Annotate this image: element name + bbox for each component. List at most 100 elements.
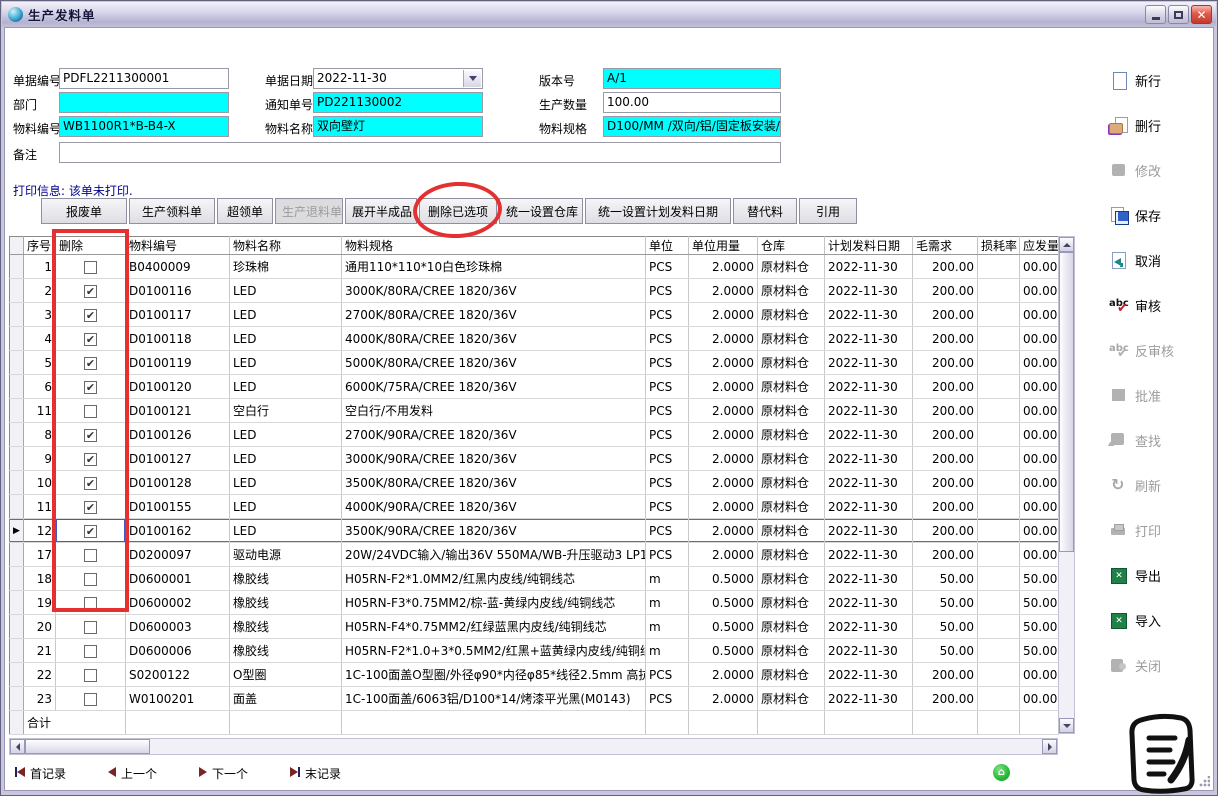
material-spec-field[interactable]: D100/MM /双向/铝/固定板安装/C — [603, 116, 781, 137]
table-row[interactable]: 20D0600003橡胶线H05RN-F4*0.75MM2/红绿蓝黑内皮线/纯铜… — [10, 615, 1059, 639]
delete-checkbox[interactable] — [84, 405, 97, 418]
nav-last-record[interactable]: 末记录 — [290, 765, 341, 782]
column-header[interactable]: 单位用量 — [689, 237, 758, 255]
delete-checkbox[interactable] — [84, 381, 97, 394]
column-header[interactable]: 应发量 — [1020, 237, 1059, 255]
scroll-right-icon[interactable] — [1042, 739, 1057, 754]
cell-gross: 200.00 — [913, 375, 978, 399]
toolbar-button-9[interactable]: 引用 — [799, 198, 857, 224]
table-row[interactable]: 4D0100118LED4000K/80RA/CREE 1820/36VPCS2… — [10, 327, 1059, 351]
remark-field[interactable] — [59, 142, 781, 163]
sidebar-button-delete-row[interactable]: 删行 — [1087, 103, 1205, 148]
toolbar-button-8[interactable]: 替代料 — [733, 198, 797, 224]
scroll-down-icon[interactable] — [1059, 718, 1074, 733]
production-qty-field[interactable]: 100.00 — [603, 92, 781, 113]
delete-checkbox[interactable] — [84, 429, 97, 442]
notice-number-field[interactable]: PD221130002 — [313, 92, 483, 113]
maximize-button[interactable] — [1168, 5, 1189, 24]
delete-checkbox[interactable] — [84, 477, 97, 490]
column-header[interactable]: 单位 — [646, 237, 689, 255]
delete-checkbox[interactable] — [84, 309, 97, 322]
column-header[interactable]: 物料规格 — [342, 237, 646, 255]
nav-first-record[interactable]: 首记录 — [15, 765, 66, 782]
toolbar-button-1[interactable]: 生产领料单 — [129, 198, 215, 224]
cell-name: 珍珠棉 — [230, 255, 342, 279]
nav-previous-record[interactable]: 上一个 — [108, 765, 157, 782]
scroll-up-icon[interactable] — [1059, 237, 1074, 252]
delete-checkbox[interactable] — [84, 693, 97, 706]
cell-del — [56, 495, 126, 519]
export-excel-icon — [1109, 567, 1129, 585]
sidebar-button-save[interactable]: 保存 — [1087, 193, 1205, 238]
delete-checkbox[interactable] — [84, 261, 97, 274]
table-row[interactable]: 18D0600001橡胶线H05RN-F2*1.0MM2/红黑内皮线/纯铜线芯m… — [10, 567, 1059, 591]
table-row[interactable]: 23W0100201面盖1C-100面盖/6063铝/D100*14/烤漆平光黑… — [10, 687, 1059, 711]
table-row[interactable]: 21D0600006橡胶线H05RN-F2*1.0+3*0.5MM2/红黑+蓝黄… — [10, 639, 1059, 663]
document-date-dropdown[interactable]: 2022-11-30 — [313, 68, 483, 89]
column-header[interactable]: 仓库 — [758, 237, 825, 255]
close-button[interactable]: ✕ — [1191, 5, 1212, 24]
sidebar-button-new-row[interactable]: 新行 — [1087, 58, 1205, 103]
table-row[interactable]: 11D0100155LED4000K/90RA/CREE 1820/36VPCS… — [10, 495, 1059, 519]
delete-checkbox[interactable] — [84, 621, 97, 634]
column-header[interactable]: 删除 — [56, 237, 126, 255]
table-row[interactable]: 17D0200097驱动电源20W/24VDC输入/输出36V 550MA/WB… — [10, 543, 1059, 567]
sidebar-button-audit[interactable]: 审核 — [1087, 283, 1205, 328]
minimize-button[interactable] — [1145, 5, 1166, 24]
table-row[interactable]: 2D0100116LED3000K/80RA/CREE 1820/36VPCS2… — [10, 279, 1059, 303]
table-row[interactable]: 6D0100120LED6000K/75RA/CREE 1820/36VPCS2… — [10, 375, 1059, 399]
vertical-scrollbar-thumb[interactable] — [1059, 252, 1074, 552]
delete-checkbox[interactable] — [84, 525, 97, 538]
toolbar-button-0[interactable]: 报废单 — [41, 198, 127, 224]
sidebar-button-export-excel[interactable]: 导出 — [1087, 553, 1205, 598]
sidebar-button-cancel[interactable]: 取消 — [1087, 238, 1205, 283]
toolbar-button-7[interactable]: 统一设置计划发料日期 — [585, 198, 731, 224]
resize-grip[interactable] — [1198, 776, 1210, 788]
delete-checkbox[interactable] — [84, 357, 97, 370]
column-header[interactable]: 损耗率 — [978, 237, 1020, 255]
sidebar-button-import-excel[interactable]: 导入 — [1087, 598, 1205, 643]
horizontal-scrollbar-thumb[interactable] — [25, 739, 150, 754]
table-row[interactable]: 10D0100128LED3500K/80RA/CREE 1820/36VPCS… — [10, 471, 1059, 495]
delete-checkbox[interactable] — [84, 573, 97, 586]
delete-checkbox[interactable] — [84, 645, 97, 658]
column-header[interactable]: 毛需求 — [913, 237, 978, 255]
delete-checkbox[interactable] — [84, 501, 97, 514]
delete-checkbox[interactable] — [84, 333, 97, 346]
cell-spec: 3500K/90RA/CREE 1820/36V — [342, 519, 646, 543]
table-row[interactable]: 9D0100127LED3000K/90RA/CREE 1820/36VPCS2… — [10, 447, 1059, 471]
version-field[interactable]: A/1 — [603, 68, 781, 89]
horizontal-scrollbar[interactable] — [9, 738, 1058, 755]
toolbar-button-5[interactable]: 删除已选项 — [419, 198, 497, 224]
delete-checkbox[interactable] — [84, 549, 97, 562]
document-number-field[interactable]: PDFL2211300001 — [59, 68, 229, 89]
table-row[interactable]: 8D0100126LED2700K/90RA/CREE 1820/36VPCS2… — [10, 423, 1059, 447]
delete-checkbox[interactable] — [84, 285, 97, 298]
column-header[interactable]: 计划发料日期 — [825, 237, 913, 255]
table-row[interactable]: 5D0100119LED5000K/80RA/CREE 1820/36VPCS2… — [10, 351, 1059, 375]
chevron-down-icon[interactable] — [463, 70, 481, 87]
toolbar-button-6[interactable]: 统一设置仓库 — [499, 198, 583, 224]
department-field[interactable] — [59, 92, 229, 113]
toolbar-button-4[interactable]: 展开半成品 — [345, 198, 417, 224]
table-row[interactable]: 11D0100121空白行空白行/不用发料PCS2.0000原材料仓2022-1… — [10, 399, 1059, 423]
table-row[interactable]: 3D0100117LED2700K/80RA/CREE 1820/36VPCS2… — [10, 303, 1059, 327]
cell-spec: H05RN-F2*1.0MM2/红黑内皮线/纯铜线芯 — [342, 567, 646, 591]
toolbar-button-2[interactable]: 超领单 — [217, 198, 273, 224]
delete-checkbox[interactable] — [84, 453, 97, 466]
material-code-field[interactable]: WB1100R1*B-B4-X — [59, 116, 229, 137]
delete-checkbox[interactable] — [84, 669, 97, 682]
table-row[interactable]: 1B0400009珍珠棉通用110*110*10白色珍珠棉PCS2.0000原材… — [10, 255, 1059, 279]
material-name-field[interactable]: 双向壁灯 — [313, 116, 483, 137]
row-indicator-cell — [10, 495, 24, 519]
table-row[interactable]: ▶12D0100162LED3500K/90RA/CREE 1820/36VPC… — [10, 519, 1059, 543]
scroll-left-icon[interactable] — [10, 739, 25, 754]
column-header[interactable]: 物料编号 — [126, 237, 230, 255]
column-header[interactable]: 物料名称 — [230, 237, 342, 255]
vertical-scrollbar[interactable] — [1058, 236, 1075, 734]
column-header[interactable]: 序号 — [24, 237, 56, 255]
table-row[interactable]: 22S0200122O型圈1C-100面盖O型圈/外径φ90*内径φ85*线径2… — [10, 663, 1059, 687]
table-row[interactable]: 19D0600002橡胶线H05RN-F3*0.75MM2/棕-蓝-黄绿内皮线/… — [10, 591, 1059, 615]
nav-next-record[interactable]: 下一个 — [199, 765, 248, 782]
delete-checkbox[interactable] — [84, 597, 97, 610]
